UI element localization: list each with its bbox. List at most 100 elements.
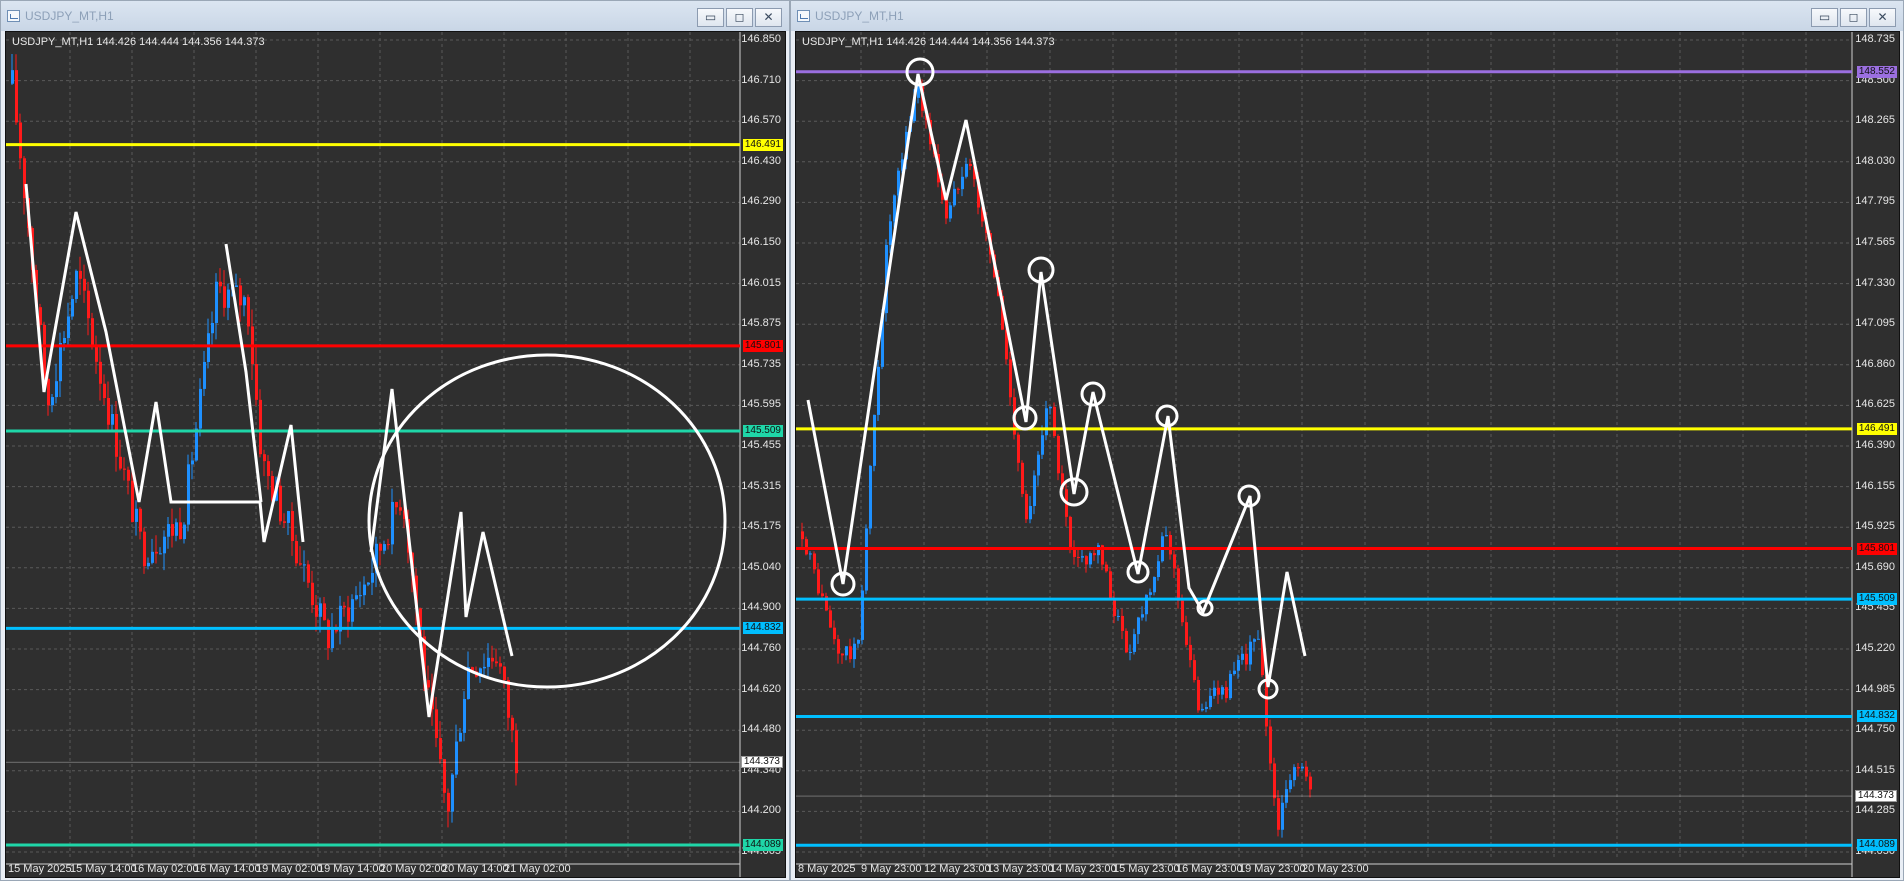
- candle-body: [435, 709, 438, 739]
- price-tick-label: 146.860: [1855, 357, 1895, 370]
- candle-body: [183, 524, 186, 540]
- candle-body: [1057, 435, 1060, 474]
- level-price-tag[interactable]: 146.491: [1856, 422, 1897, 435]
- candle-body: [267, 461, 270, 477]
- price-tick-label: 146.155: [1855, 479, 1895, 492]
- candle-body: [1117, 615, 1120, 617]
- candle-body: [351, 599, 354, 622]
- minimize-button[interactable]: ▭: [1811, 8, 1838, 27]
- candle-body: [171, 524, 174, 536]
- close-button[interactable]: ✕: [755, 8, 782, 27]
- candle-body: [199, 388, 202, 429]
- candle-body: [227, 289, 230, 308]
- price-tick-label: 144.750: [1855, 723, 1895, 736]
- candle-body: [303, 564, 306, 566]
- candle-body: [175, 522, 178, 536]
- price-axis[interactable]: 146.850 146.710 146.570 146.430 146.290 146.1…: [735, 32, 785, 877]
- candle-body: [427, 680, 430, 688]
- price-chart[interactable]: USDJPY_MT,H1 144.426 144.444 144.356 144…: [795, 31, 1900, 878]
- minimize-button[interactable]: ▭: [697, 8, 724, 27]
- time-tick-label: 19 May 02:00: [256, 863, 323, 875]
- chart-canvas[interactable]: [6, 32, 786, 878]
- price-chart[interactable]: USDJPY_MT,H1 144.426 144.444 144.356 144…: [5, 31, 786, 878]
- candle-body: [343, 605, 346, 608]
- close-button[interactable]: ✕: [1869, 8, 1896, 27]
- candle-body: [83, 278, 86, 291]
- candle-body: [869, 465, 872, 529]
- price-tick-label: 145.315: [741, 479, 781, 492]
- candle-body: [331, 629, 334, 649]
- candle-body: [1033, 475, 1036, 506]
- level-price-tag[interactable]: 145.509: [742, 424, 783, 437]
- time-tick-label: 15 May 2025: [8, 863, 72, 875]
- price-tick-label: 146.150: [741, 236, 781, 248]
- title-bar[interactable]: USDJPY_MT,H1 ▭ ◻ ✕: [1, 1, 789, 31]
- candle-body: [1089, 553, 1092, 565]
- candle-body: [1141, 614, 1144, 618]
- candle-body: [1257, 638, 1260, 640]
- candle-body: [187, 464, 190, 525]
- price-tick-label: 145.690: [1855, 560, 1895, 573]
- candle-body: [103, 383, 106, 398]
- level-price-tag[interactable]: 145.509: [1856, 593, 1897, 606]
- level-price-tag[interactable]: 144.089: [742, 839, 783, 851]
- candle-body: [1177, 568, 1180, 601]
- price-tick-label: 148.265: [1855, 114, 1895, 127]
- title-bar[interactable]: USDJPY_MT,H1 ▭ ◻ ✕: [791, 1, 1903, 31]
- candle-body: [47, 378, 50, 406]
- candle-body: [219, 281, 222, 287]
- candle-body: [151, 551, 154, 563]
- candle-body: [255, 364, 258, 400]
- chart-window-right: USDJPY_MT,H1 ▭ ◻ ✕ USDJPY_MT,H1 144.426 …: [790, 0, 1904, 881]
- candle-body: [849, 646, 852, 660]
- candle-body: [495, 661, 498, 664]
- candle-body: [91, 318, 94, 347]
- drawn-zigzag-annotation: [24, 183, 305, 543]
- candle-body: [75, 270, 78, 299]
- price-tick-label: 145.875: [741, 317, 781, 330]
- candle-body: [877, 366, 880, 415]
- candle-body: [163, 536, 166, 554]
- price-tick-label: 147.095: [1855, 317, 1895, 330]
- candle-body: [1221, 687, 1224, 695]
- candle-body: [1121, 615, 1124, 631]
- candle-body: [399, 507, 402, 511]
- price-tick-label: 147.565: [1855, 236, 1895, 248]
- candle-body: [969, 163, 972, 167]
- candle-body: [63, 337, 66, 344]
- level-price-tag[interactable]: 144.373: [1854, 790, 1897, 803]
- candle-body: [451, 774, 454, 812]
- level-price-tag[interactable]: 144.832: [1856, 710, 1897, 723]
- level-price-tag[interactable]: 144.373: [740, 756, 783, 769]
- candle-body: [1021, 462, 1024, 494]
- maximize-button[interactable]: ◻: [726, 8, 753, 27]
- level-price-tag[interactable]: 146.491: [742, 138, 783, 151]
- level-price-tag[interactable]: 148.552: [1856, 65, 1897, 78]
- candle-body: [131, 480, 134, 522]
- candle-body: [211, 322, 214, 334]
- candle-body: [235, 285, 238, 287]
- level-price-tag[interactable]: 145.801: [742, 339, 783, 352]
- time-tick-label: 15 May 14:00: [70, 863, 137, 875]
- candle-body: [1137, 617, 1140, 635]
- drawn-zigzag-annotation: [806, 73, 1307, 688]
- candle-body: [511, 717, 514, 731]
- chart-canvas[interactable]: [796, 32, 1900, 878]
- level-price-tag[interactable]: 144.832: [742, 622, 783, 635]
- level-price-tag[interactable]: 144.089: [1856, 839, 1897, 852]
- candle-body: [207, 333, 210, 362]
- level-price-tag[interactable]: 145.801: [1856, 542, 1897, 555]
- candle-body: [837, 639, 840, 654]
- candle-body: [239, 285, 242, 306]
- time-tick-label: 20 May 14:00: [442, 863, 509, 875]
- price-axis[interactable]: 148.735 148.500 148.265 148.030 147.795 147.5…: [1849, 32, 1899, 877]
- candle-body: [107, 397, 110, 425]
- candle-body: [833, 627, 836, 640]
- candle-body: [1209, 695, 1212, 708]
- time-tick-label: 8 May 2025: [798, 863, 856, 875]
- candle-body: [383, 544, 386, 551]
- time-tick-label: 19 May 14:00: [318, 863, 385, 875]
- price-tick-label: 144.985: [1855, 682, 1895, 695]
- maximize-button[interactable]: ◻: [1840, 8, 1867, 27]
- time-tick-label: 15 May 23:00: [1113, 863, 1180, 875]
